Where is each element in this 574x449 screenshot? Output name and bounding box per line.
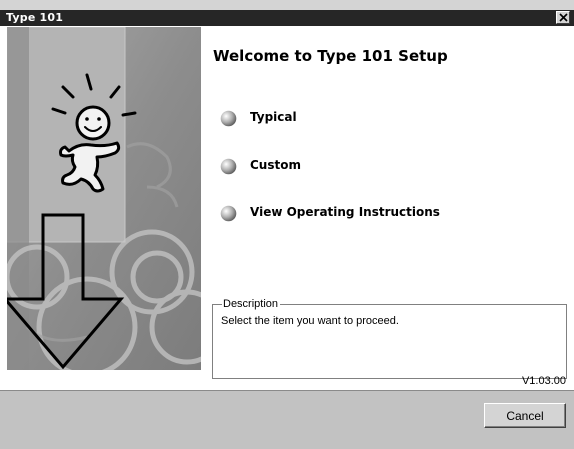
option-custom-label: Custom: [250, 158, 301, 172]
option-typical[interactable]: Typical: [220, 108, 340, 128]
option-custom[interactable]: Custom: [220, 156, 340, 176]
side-illustration: [7, 27, 201, 370]
cancel-button[interactable]: Cancel: [484, 403, 566, 428]
close-button[interactable]: [556, 11, 570, 24]
option-typical-label: Typical: [250, 110, 297, 124]
title-bar-background: [0, 10, 574, 26]
gray-ball-icon: [220, 110, 237, 127]
window-title: Type 101: [6, 11, 64, 24]
page-title: Welcome to Type 101 Setup: [213, 47, 448, 65]
description-legend: Description: [222, 298, 281, 310]
option-view-operating-instructions[interactable]: View Operating Instructions: [220, 203, 460, 223]
gray-ball-icon: [220, 205, 237, 222]
version-label: V1.03.00: [521, 375, 566, 387]
gray-ball-icon: [220, 158, 237, 175]
setup-window: Type 101 Welcome to Type 101 Setup Typic…: [0, 0, 574, 449]
close-icon: [559, 13, 568, 22]
option-view-operating-instructions-label: View Operating Instructions: [250, 205, 440, 219]
description-text: Select the item you want to proceed.: [221, 315, 399, 327]
title-bar: Type 101: [0, 0, 574, 26]
